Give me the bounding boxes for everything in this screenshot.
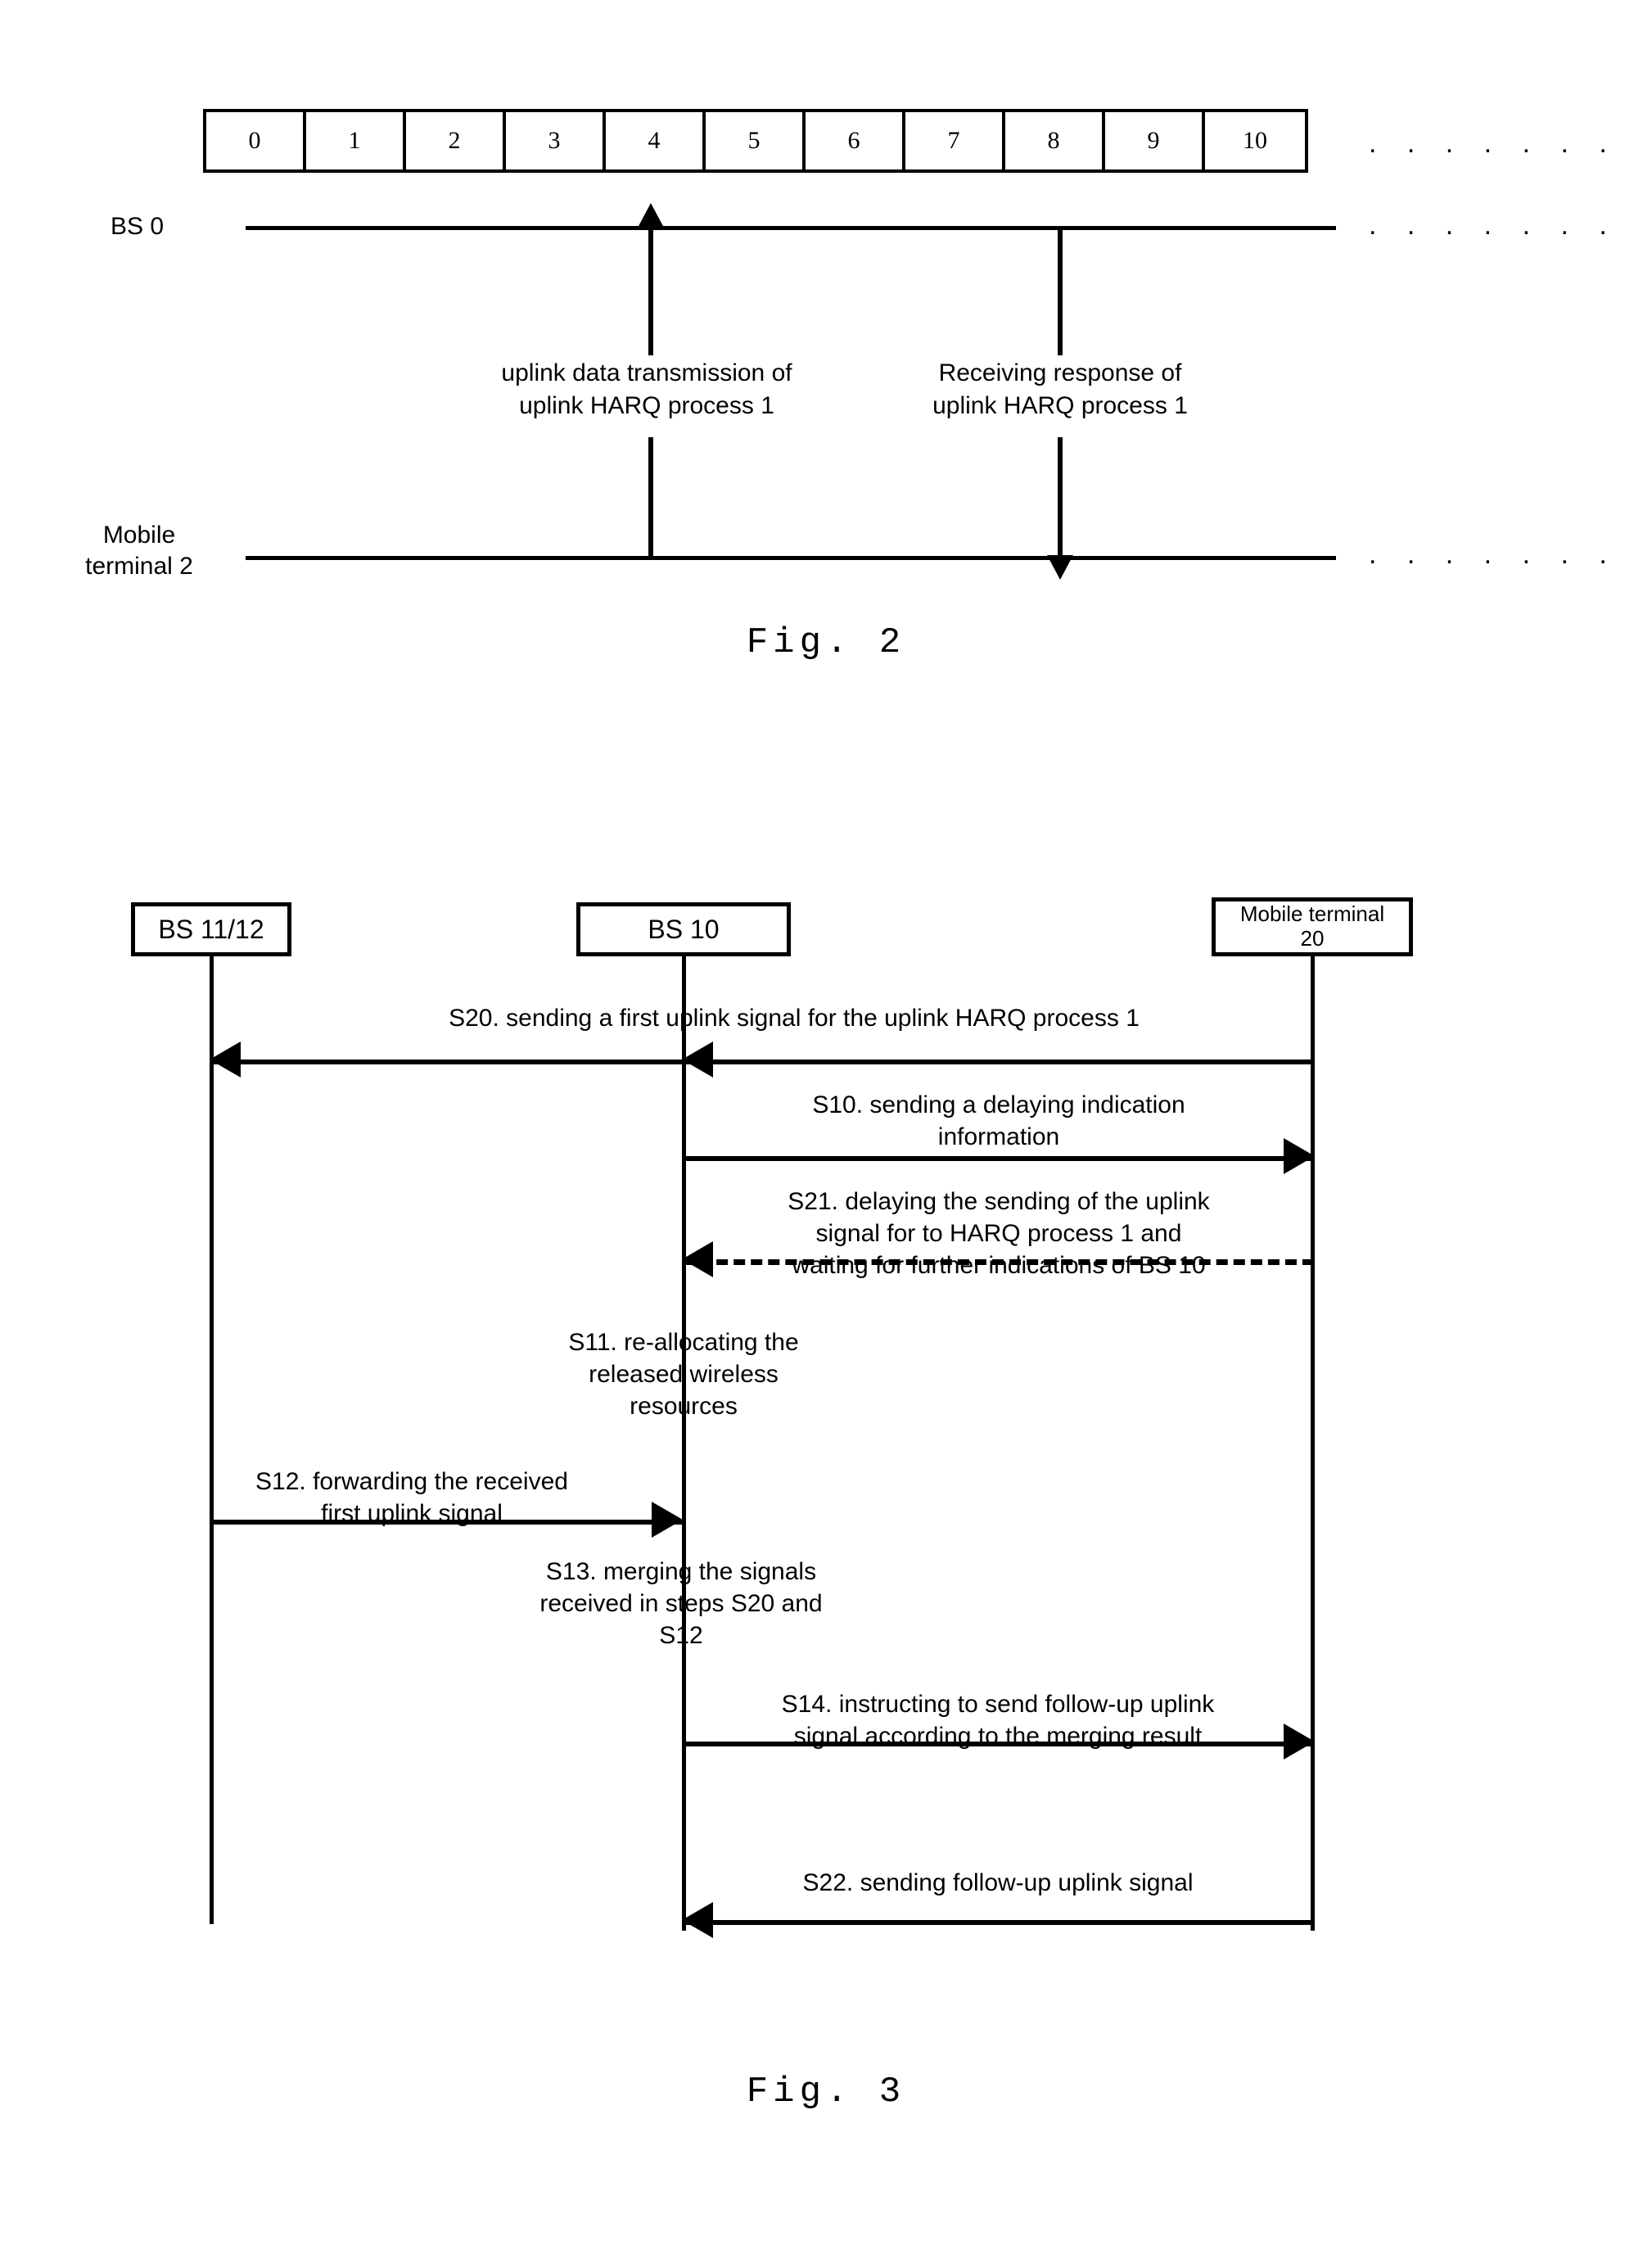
- arrowhead-right-icon: [1284, 1724, 1315, 1760]
- figure-3: BS 11/12 BS 10 Mobile terminal 20 S20. s…: [0, 0, 1652, 2241]
- actor-bs-11-12-label: BS 11/12: [158, 914, 264, 944]
- lifeline-bs-10: [682, 956, 686, 1931]
- message-line-s22: [682, 1920, 1314, 1925]
- message-line-s20: [210, 1060, 1314, 1064]
- actor-bs-10-label: BS 10: [648, 914, 720, 944]
- arrowhead-right-icon: [652, 1502, 683, 1538]
- actor-mobile-terminal-20-label: Mobile terminal 20: [1239, 901, 1385, 951]
- actor-mobile-terminal-20: Mobile terminal 20: [1212, 897, 1413, 956]
- lifeline-bs-11-12: [210, 956, 214, 1924]
- message-line-s10: [682, 1156, 1314, 1161]
- message-line-s12: [210, 1520, 682, 1525]
- arrowhead-right-icon: [1284, 1138, 1315, 1174]
- figure-3-caption: Fig. 3: [746, 2072, 906, 2112]
- arrowhead-left-icon: [682, 1041, 713, 1078]
- arrowhead-left-icon: [682, 1902, 713, 1938]
- arrowhead-left-icon: [682, 1241, 713, 1277]
- message-line-s14: [682, 1742, 1314, 1746]
- message-label-s21: S21. delaying the sending of the uplink …: [788, 1188, 1210, 1279]
- message-label-s20: S20. sending a first uplink signal for t…: [449, 1005, 1140, 1032]
- message-line-s21: [682, 1259, 1314, 1265]
- message-label-s13: S13. merging the signals received in ste…: [539, 1558, 823, 1649]
- message-label-s10: S10. sending a delaying indication infor…: [812, 1091, 1185, 1150]
- actor-bs-11-12: BS 11/12: [131, 902, 291, 956]
- lifeline-mobile-terminal-20: [1311, 956, 1315, 1931]
- actor-bs-10: BS 10: [576, 902, 791, 956]
- message-label-s11: S11. re-allocating the released wireless…: [568, 1329, 799, 1420]
- arrowhead-left-icon: [210, 1041, 241, 1078]
- patent-figure-page: 0 1 2 3 4 5 6 7 8 9 10 . . . . . . . . .…: [0, 0, 1652, 2241]
- message-label-s22: S22. sending follow-up uplink signal: [802, 1869, 1194, 1896]
